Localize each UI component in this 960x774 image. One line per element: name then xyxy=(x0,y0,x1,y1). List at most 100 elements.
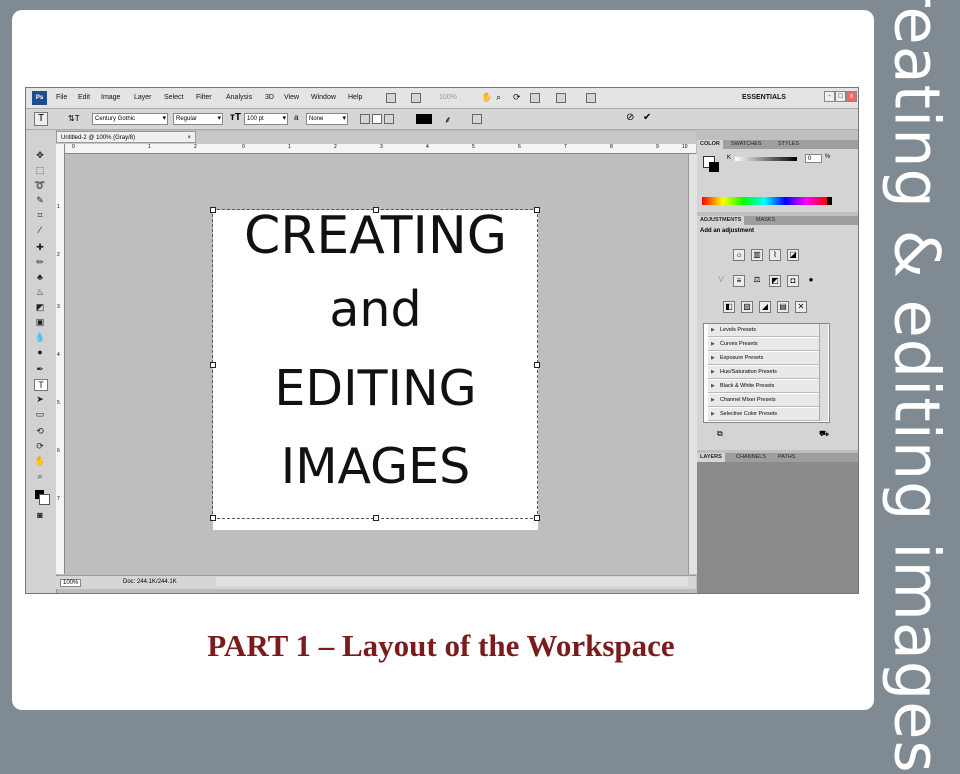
clip-to-layer-icon[interactable]: ⧉ xyxy=(717,429,723,439)
vertical-scrollbar[interactable] xyxy=(688,154,697,574)
preset-item[interactable]: Channel Mixer Presets xyxy=(708,394,819,407)
preset-item[interactable]: Hue/Saturation Presets xyxy=(708,366,819,379)
eyedropper-icon[interactable]: ⁄ xyxy=(34,225,46,235)
transform-handle[interactable] xyxy=(210,207,216,213)
dodge-tool-icon[interactable]: ● xyxy=(34,347,46,357)
commit-icon[interactable]: ✔ xyxy=(643,112,651,123)
text-color-swatch[interactable] xyxy=(416,114,432,124)
channel-mixer-icon[interactable]: ● xyxy=(805,275,817,287)
close-tab-icon[interactable]: × xyxy=(187,132,191,144)
tab-styles[interactable]: STYLES xyxy=(775,140,802,149)
extras-icon[interactable] xyxy=(411,93,421,103)
path-select-icon[interactable]: ➤ xyxy=(34,394,46,404)
photo-filter-icon[interactable]: ◘ xyxy=(787,275,799,287)
character-panel-icon[interactable] xyxy=(472,114,482,124)
type-tool-preset[interactable]: T xyxy=(34,112,48,126)
quick-mask-icon[interactable]: ◙ xyxy=(34,510,46,520)
posterize-icon[interactable]: ▨ xyxy=(741,301,753,313)
gradient-tool-icon[interactable]: ▣ xyxy=(34,317,46,327)
menu-window[interactable]: Window xyxy=(311,94,336,101)
move-tool-icon[interactable]: ✥ xyxy=(34,150,46,160)
background-color-swatch[interactable] xyxy=(39,494,50,505)
menu-file[interactable]: File xyxy=(56,94,67,101)
align-right-icon[interactable] xyxy=(384,114,394,124)
horizontal-scrollbar[interactable] xyxy=(216,577,688,586)
menu-help[interactable]: Help xyxy=(348,94,362,101)
vibrance-icon[interactable]: V xyxy=(715,275,727,287)
transform-handle[interactable] xyxy=(210,515,216,521)
black-white-icon[interactable]: ◩ xyxy=(769,275,781,287)
transform-handle[interactable] xyxy=(373,207,379,213)
tab-color[interactable]: COLOR xyxy=(697,140,723,149)
text-bounding-box[interactable] xyxy=(210,207,540,521)
levels-icon[interactable]: ▥ xyxy=(751,249,763,261)
preset-item[interactable]: Exposure Presets xyxy=(708,352,819,365)
threshold-icon[interactable]: ◢ xyxy=(759,301,771,313)
preset-item[interactable]: Selective Color Presets xyxy=(708,408,819,421)
menu-view[interactable]: View xyxy=(284,94,299,101)
tab-layers[interactable]: LAYERS xyxy=(697,453,725,462)
history-brush-icon[interactable]: ♨ xyxy=(34,287,46,297)
tab-adjustments[interactable]: ADJUSTMENTS xyxy=(697,216,745,225)
transform-handle[interactable] xyxy=(373,515,379,521)
lasso-tool-icon[interactable]: ➰ xyxy=(34,180,46,190)
minimize-button[interactable]: - xyxy=(824,91,835,102)
brightness-icon[interactable]: ☼ xyxy=(733,249,745,261)
screen-mode-icon[interactable] xyxy=(586,93,596,103)
font-size-select[interactable]: 100 pt xyxy=(244,113,288,125)
presets-scrollbar[interactable] xyxy=(819,324,828,421)
color-balance-icon[interactable]: ⚖ xyxy=(751,275,763,287)
rotate-view-icon[interactable]: ⟳ xyxy=(513,93,523,103)
color-spectrum-bar[interactable] xyxy=(702,197,827,205)
status-zoom[interactable]: 100% xyxy=(60,579,82,587)
align-left-icon[interactable] xyxy=(360,114,370,124)
text-orientation-icon[interactable]: ⇅T xyxy=(68,114,80,123)
arrange-documents-icon[interactable] xyxy=(556,93,566,103)
3d-rotate-icon[interactable]: ⟲ xyxy=(34,426,46,436)
hand-icon[interactable]: ✋ xyxy=(481,93,492,103)
close-button[interactable]: x xyxy=(846,91,857,102)
marquee-tool-icon[interactable]: ⬚ xyxy=(34,165,46,175)
exposure-icon[interactable]: ◪ xyxy=(787,249,799,261)
document-tab[interactable]: Untitled-2 @ 100% (Gray/8) × xyxy=(56,131,196,143)
tab-swatches[interactable]: SWATCHES xyxy=(728,140,765,149)
zoom-tool-icon[interactable]: ⌕ xyxy=(496,93,506,103)
3d-orbit-icon[interactable]: ⟳ xyxy=(34,441,46,451)
healing-brush-icon[interactable]: ✚ xyxy=(34,242,46,252)
align-center-icon[interactable] xyxy=(372,114,382,124)
blur-tool-icon[interactable]: 💧 xyxy=(34,332,46,342)
channel-value-input[interactable]: 0 xyxy=(805,154,822,163)
crop-tool-icon[interactable]: ⌗ xyxy=(34,210,46,220)
tab-paths[interactable]: PATHS xyxy=(775,453,799,462)
gradient-map-icon[interactable]: ▤ xyxy=(777,301,789,313)
grid-icon[interactable] xyxy=(530,93,540,103)
brush-tool-icon[interactable]: ✏ xyxy=(34,257,46,267)
antialias-select[interactable]: None xyxy=(306,113,348,125)
transform-handle[interactable] xyxy=(210,362,216,368)
selective-color-icon[interactable]: ✕ xyxy=(795,301,807,313)
curves-icon[interactable]: ⌇ xyxy=(769,249,781,261)
type-tool-icon[interactable]: T xyxy=(34,379,48,391)
shape-tool-icon[interactable]: ▭ xyxy=(34,409,46,419)
background-color-swatch[interactable] xyxy=(709,162,719,172)
clone-stamp-icon[interactable]: ♣ xyxy=(34,272,46,282)
menu-layer[interactable]: Layer xyxy=(134,94,152,101)
zoom-tool-icon[interactable]: ⌕ xyxy=(34,471,46,481)
preset-item[interactable]: Black & White Presets xyxy=(708,380,819,393)
eraser-icon[interactable]: ◩ xyxy=(34,302,46,312)
workspace-switcher[interactable]: ESSENTIALS xyxy=(742,94,786,101)
maximize-button[interactable]: □ xyxy=(835,91,846,102)
preset-item[interactable]: Levels Presets xyxy=(708,324,819,337)
gray-slider[interactable] xyxy=(735,157,797,161)
hand-tool-icon[interactable]: ✋ xyxy=(34,456,46,466)
bridge-icon[interactable] xyxy=(386,93,396,103)
tab-masks[interactable]: MASKS xyxy=(753,216,778,225)
menu-select[interactable]: Select xyxy=(164,94,183,101)
font-style-select[interactable]: Regular xyxy=(173,113,223,125)
transform-handle[interactable] xyxy=(534,207,540,213)
invert-icon[interactable]: ◧ xyxy=(723,301,735,313)
pen-tool-icon[interactable]: ✒ xyxy=(34,364,46,374)
preset-item[interactable]: Curves Presets xyxy=(708,338,819,351)
menu-analysis[interactable]: Analysis xyxy=(226,94,252,101)
menu-filter[interactable]: Filter xyxy=(196,94,212,101)
